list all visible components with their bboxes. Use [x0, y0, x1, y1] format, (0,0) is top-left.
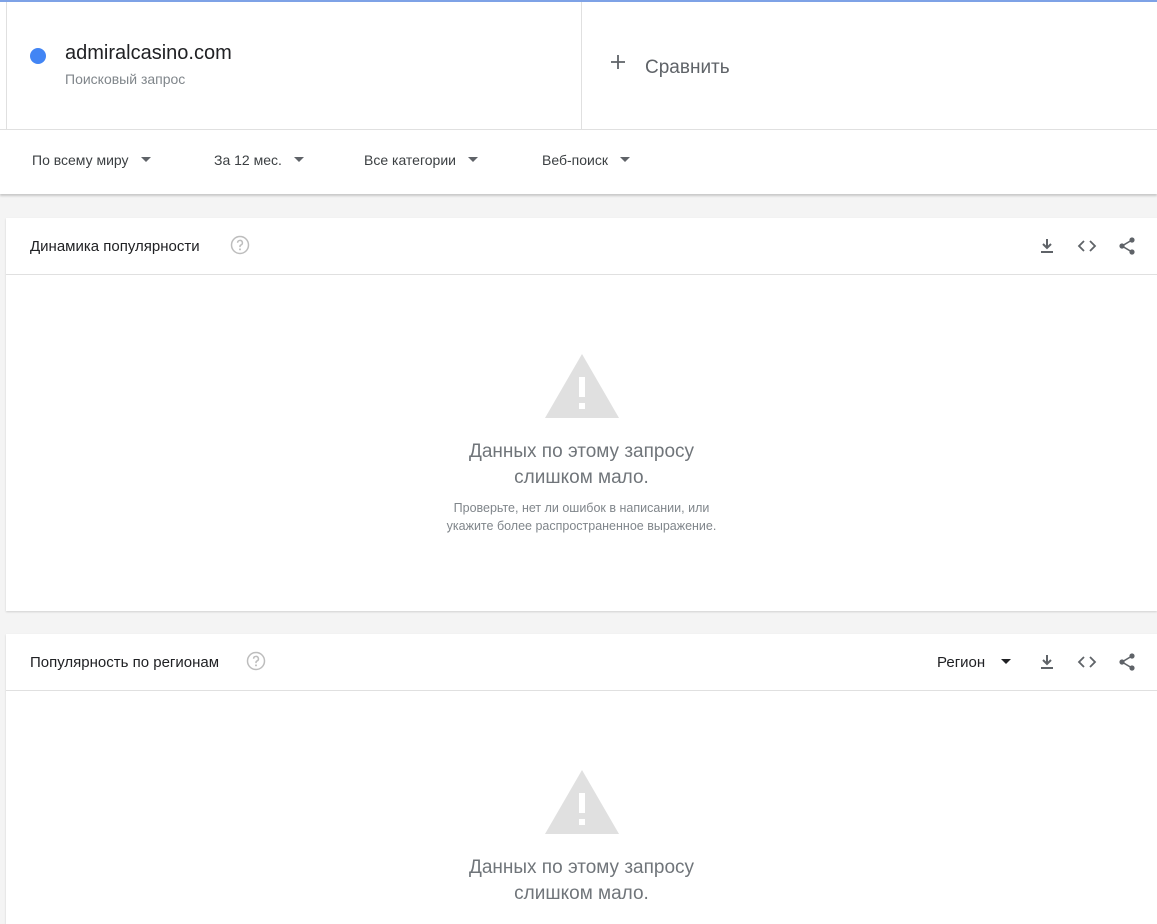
empty-state-title-line: слишком мало. [514, 467, 649, 488]
download-icon[interactable] [1037, 652, 1057, 672]
download-icon[interactable] [1037, 236, 1057, 256]
card-header: Динамика популярности [6, 218, 1157, 275]
warning-icon [544, 354, 619, 418]
plus-icon [608, 52, 628, 72]
empty-state-title: Данных по этому запросу слишком мало. [6, 439, 1157, 491]
empty-state-title-line: Данных по этому запросу [468, 441, 695, 462]
chevron-down-icon [467, 156, 478, 162]
term-header: admiralcasino.com Поисковый запрос Сравн… [0, 2, 1157, 130]
filter-category[interactable]: Все категории [364, 152, 478, 172]
chevron-down-icon [619, 156, 630, 162]
search-term-name[interactable]: admiralcasino.com [65, 42, 232, 65]
share-icon[interactable] [1117, 236, 1137, 256]
search-term-card[interactable]: admiralcasino.com Поисковый запрос [6, 2, 582, 130]
empty-state: Данных по этому запросу слишком мало. [6, 769, 1157, 907]
chevron-down-icon [1001, 658, 1012, 664]
filter-region[interactable]: По всему миру [32, 152, 151, 172]
filter-time-range[interactable]: За 12 мес. [214, 152, 304, 172]
resolution-select[interactable]: Регион [937, 654, 1012, 671]
filter-bar: По всему миру За 12 мес. Все категории В… [0, 130, 1157, 194]
card-title: Динамика популярности [30, 238, 200, 255]
empty-state-hint: Проверьте, нет ли ошибок в написании, ил… [6, 499, 1157, 535]
interest-by-region-card: Популярность по регионам Регион Данных п… [6, 634, 1157, 924]
empty-state-title: Данных по этому запросу слишком мало. [6, 855, 1157, 907]
share-icon[interactable] [1117, 652, 1137, 672]
compare-label: Сравнить [645, 57, 730, 78]
filter-time-range-label: За 12 мес. [214, 152, 282, 168]
chevron-down-icon [140, 156, 151, 162]
compare-button[interactable]: Сравнить [582, 2, 1157, 130]
search-term-type: Поисковый запрос [65, 71, 186, 87]
term-color-dot [30, 48, 46, 64]
resolution-select-label: Регион [937, 654, 986, 671]
help-icon[interactable] [246, 651, 266, 671]
filter-search-type[interactable]: Веб-поиск [542, 152, 630, 172]
filter-region-label: По всему миру [32, 152, 129, 168]
embed-icon[interactable] [1077, 236, 1097, 256]
empty-state-hint-line: Проверьте, нет ли ошибок в написании, ил… [453, 501, 710, 515]
embed-icon[interactable] [1077, 652, 1097, 672]
filter-search-type-label: Веб-поиск [542, 152, 608, 168]
card-title: Популярность по регионам [30, 654, 220, 671]
interest-over-time-card: Динамика популярности Данных по этому за… [6, 218, 1157, 611]
card-header: Популярность по регионам Регион [6, 634, 1157, 691]
filter-category-label: Все категории [364, 152, 456, 168]
warning-icon [544, 770, 619, 834]
empty-state: Данных по этому запросу слишком мало. Пр… [6, 353, 1157, 535]
empty-state-title-line: Данных по этому запросу [468, 857, 695, 878]
help-icon[interactable] [230, 235, 250, 255]
empty-state-hint-line: укажите более распространенное выражение… [446, 519, 717, 533]
empty-state-title-line: слишком мало. [514, 883, 649, 904]
chevron-down-icon [293, 156, 304, 162]
